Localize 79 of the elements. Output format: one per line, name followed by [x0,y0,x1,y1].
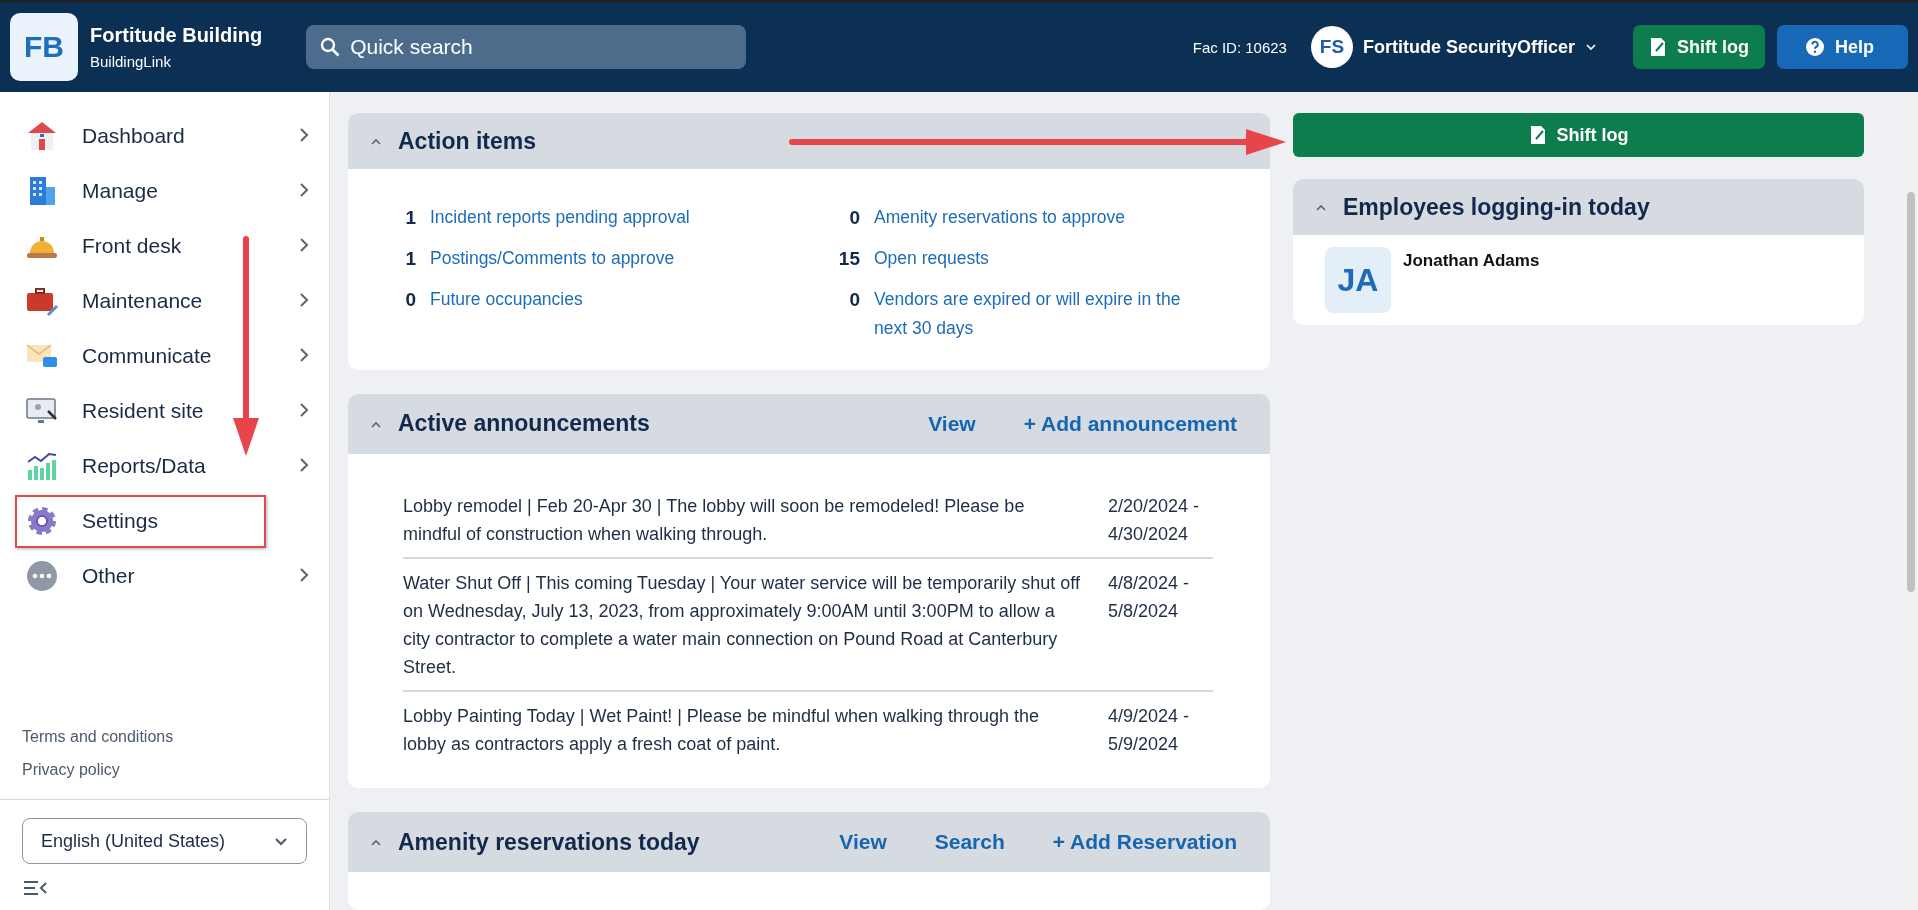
sidebar-item[interactable]: Settings [0,493,329,548]
chevron-right-icon [299,181,309,198]
card-title: Action items [398,127,538,155]
announcement-dates: 2/20/2024 - 4/30/2024 [1108,494,1201,546]
item-count: 0 [848,288,860,312]
card-action-link[interactable]: View [928,411,976,436]
chevron-up-icon[interactable] [1315,203,1327,211]
employee-avatar: JA [1325,247,1391,313]
action-item-link[interactable]: Vendors are expired or will expire in the next 30 days [874,285,1200,343]
item-count: 0 [848,206,860,230]
user-name[interactable]: Fortitude SecurityOfficer [1362,36,1575,58]
chevron-right-icon [299,236,309,253]
chevron-down-icon[interactable] [1585,43,1597,51]
search-icon [320,37,341,57]
item-count: 1 [404,206,416,230]
card-title: Active announcements [398,410,651,437]
sidebar-item[interactable]: Communicate [0,328,329,383]
facility-id: Fac ID: 10623 [1192,38,1287,56]
sidebar-item[interactable]: Resident site [0,383,329,438]
card-action-link[interactable]: + Add announcement [1023,411,1237,436]
chevron-up-icon[interactable] [370,838,382,847]
shift-log-button[interactable]: Shift log [1633,25,1765,69]
announcement-text: Water Shut Off | This coming Tuesday | Your water service will be temporarily shut off on Wednesday, July 13, 2023, from approximately 9:00AM until 3:00PM to allow a city contractor to complete a water main connection on Pound Road at Canterbury Street. [403,571,1081,679]
gear-icon [28,506,56,535]
note-icon [1649,37,1667,57]
logo[interactable]: FB [10,13,78,81]
shift-log-button[interactable]: Shift log [1293,113,1864,157]
card-action-link[interactable]: Search [934,830,1005,855]
card-title: Amenity reservations today [398,828,701,856]
more-icon [27,560,57,591]
chevron-right-icon [299,456,309,473]
action-item-link[interactable]: Open requests [874,244,989,273]
sidebar-item[interactable]: Manage [0,163,329,218]
chevron-right-icon [299,126,309,143]
action-item-link[interactable]: Amenity reservations to approve [874,203,1125,232]
help-icon [1805,37,1825,57]
chevron-right-icon [299,346,309,363]
item-count: 15 [837,247,860,271]
announcement-text: Lobby remodel | Feb 20-Apr 30 | The lobby will soon be remodeled! Please be mindful of construction when walking through. [403,494,1026,546]
announcement-dates: 4/9/2024 - 5/9/2024 [1108,704,1191,756]
card-action-link[interactable]: + Add Reservation [1052,830,1237,855]
toolbox-icon [27,287,59,316]
envelope-chat-icon [26,343,57,367]
chevron-down-icon [274,836,288,846]
employee-name: Jonathan Adams [1403,251,1540,272]
office-building-icon [30,176,55,205]
help-button[interactable]: Help [1777,25,1908,69]
footer-link[interactable]: Privacy policy [22,761,307,779]
house-icon [28,121,56,150]
brand-name: BuildingLink [90,53,172,70]
collapse-menu-icon[interactable] [22,878,48,898]
footer-link[interactable]: Terms and conditions [22,728,307,746]
monitor-icon [26,397,57,423]
card-title: Employees logging-in today [1343,193,1651,221]
sidebar-item[interactable]: Dashboard [0,108,329,163]
item-count: 0 [404,288,416,312]
sidebar-item[interactable]: Maintenance [0,273,329,328]
search-field[interactable]: Quick search [306,25,747,69]
note-icon [1528,125,1547,145]
chevron-right-icon [299,291,309,308]
sidebar-item[interactable]: Reports/Data [0,438,329,493]
user-avatar[interactable]: FS [1310,26,1353,68]
announcement-dates: 4/8/2024 - 5/8/2024 [1108,571,1191,623]
service-bell-icon [27,236,57,258]
action-item-link[interactable]: Postings/Comments to approve [430,244,675,273]
chevron-up-icon[interactable] [370,419,382,428]
card-action-link[interactable]: View [839,830,887,855]
action-item-link[interactable]: Future occupancies [430,285,583,314]
chevron-right-icon [299,401,309,418]
action-item-link[interactable]: Incident reports pending approval [430,203,690,232]
chevron-up-icon[interactable] [370,137,382,145]
building-name: Fortitude Building [90,24,263,47]
announcement-text: Lobby Painting Today | Wet Paint! | Please be mindful when walking through the lobby as contractors apply a fresh coat of paint. [403,704,1041,756]
bar-chart-icon [27,452,57,480]
chevron-right-icon [299,566,309,583]
sidebar-item[interactable]: Front desk [0,218,329,273]
sidebar-item[interactable]: Other [0,548,329,603]
item-count: 1 [404,247,416,271]
language-select[interactable]: English (United States) [22,818,307,864]
